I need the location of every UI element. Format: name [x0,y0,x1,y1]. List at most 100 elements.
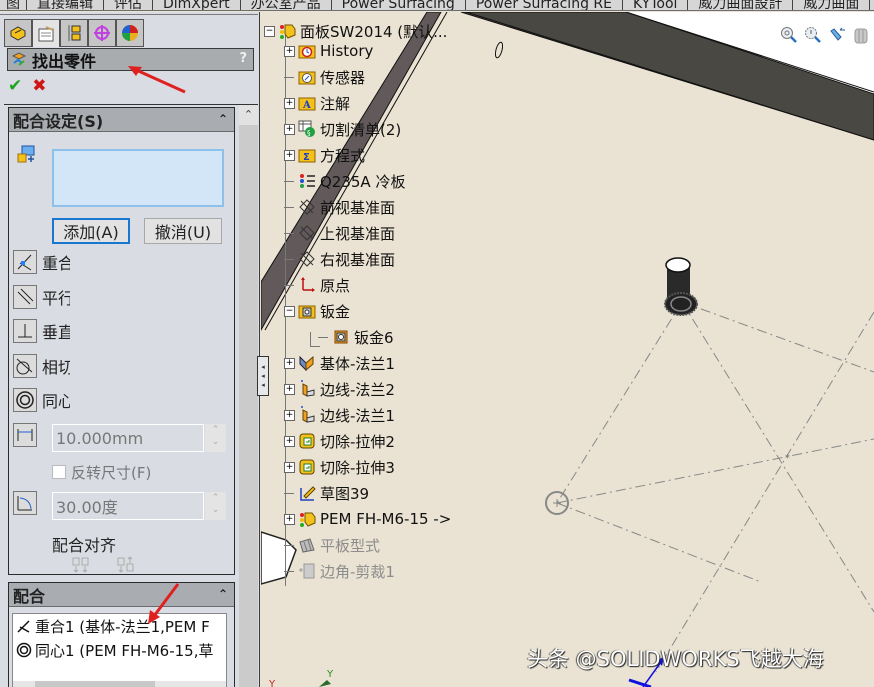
part-icon [298,510,316,528]
angle-spinner[interactable]: ⌃ ⌄ [205,492,226,520]
dimxpert-manager-tab[interactable] [88,19,116,47]
panel-vertical-scrollbar[interactable]: ⌃ [239,105,258,687]
property-manager-tab[interactable] [32,19,60,47]
panel-collapse-handle[interactable]: ◂ ◂ ◂ [257,356,269,396]
tab-power-surface[interactable]: 威力曲面 [793,0,871,10]
tab-power-surfacing-re[interactable]: Power Surfacing RE [466,0,623,10]
tree-item[interactable]: + A 注解 [284,92,350,114]
expand-toggle[interactable]: + [284,513,295,525]
svg-text:Σ: Σ [303,152,310,163]
distance-field[interactable]: 10.000mm [52,424,204,452]
mate-type-parallel[interactable]: 平行 [13,285,70,309]
tree-item[interactable]: Q235A 冷板 [284,170,405,192]
mates-title: 配合 [13,586,46,606]
anti-aligned-button[interactable] [116,556,136,578]
distance-spinner[interactable]: ⌃ ⌄ [205,424,226,452]
mate-type-coincident[interactable]: 重合 [13,250,70,274]
flip-dimension-checkbox[interactable] [52,465,66,479]
mate-type-tangent[interactable]: 相切 [13,354,70,378]
scroll-up-button[interactable]: ⌃ [239,105,258,125]
expand-toggle[interactable]: + [284,149,295,161]
tree-item[interactable]: 草图39 [284,482,369,504]
expand-toggle[interactable]: + [284,409,295,421]
expand-toggle[interactable]: + [284,357,295,369]
tab-dimxpert[interactable]: DimXpert [153,0,241,10]
help-button[interactable]: ? [239,51,247,66]
collapse-icon[interactable]: ⌃ [218,112,228,126]
tree-item[interactable]: 上视基准面 [284,222,395,244]
display-manager-tab[interactable] [116,19,144,47]
tree-item[interactable]: 传感器 [284,66,365,88]
add-button[interactable]: 添加(A) [52,218,130,244]
collapse-icon[interactable]: ⌃ [218,587,228,601]
tab-power-surfacing[interactable]: Power Surfacing [332,0,466,11]
tree-item[interactable]: − 钣金 [284,300,350,322]
tree-item[interactable]: 右视基准面 [284,248,395,270]
solidworks-window: 图 直接编辑 评估 DimXpert 办公室产品 Power Surfacing… [0,0,874,687]
tree-item[interactable]: + 边线-法兰1 [284,404,395,426]
expand-toggle[interactable]: + [284,383,295,395]
cancel-button[interactable]: ✖ [32,76,46,96]
section-view-button[interactable] [852,26,870,44]
tree-item[interactable]: 原点 [284,274,350,296]
graphics-viewport[interactable]: * Y Y [261,12,874,687]
zoom-to-area-button[interactable] [804,26,822,44]
ok-button[interactable]: ✔ [8,76,22,96]
concentric-icon [16,642,32,658]
tree-item[interactable]: + Σ 方程式 [284,144,365,166]
svg-text:§: § [307,129,311,137]
feature-manager-tab[interactable] [4,19,32,47]
horizontal-scrollbar[interactable] [13,681,226,687]
tree-item-label: 钣金 [320,302,351,321]
zoom-to-fit-button[interactable] [780,26,798,44]
angle-icon [13,491,37,515]
tree-connector [310,332,311,346]
mate-type-concentric[interactable]: 同心 [13,388,70,412]
tree-item[interactable]: 边角-剪裁1 [284,560,395,582]
tab-evaluate[interactable]: 评估 [104,0,153,10]
tab-power-surface-design[interactable]: 威力曲面設計 [688,0,794,10]
cut-extrude-icon [298,458,316,476]
tab-view[interactable]: 图 [0,0,27,10]
annotation-arrow [148,583,180,624]
tree-item[interactable]: + PEM FH-M6-15 -> [284,508,451,530]
tab-direct-edit[interactable]: 直接编辑 [27,0,104,10]
tree-item[interactable]: + History [284,40,373,62]
tree-item[interactable]: 前视基准面 [284,196,395,218]
tree-item[interactable]: 钣金6 [318,326,394,348]
angle-field[interactable]: 30.00度 [52,492,204,520]
concentric-icon [13,388,37,412]
tree-item[interactable]: + 切除-拉伸2 [284,430,395,452]
configuration-manager-tab[interactable] [60,19,88,47]
tree-item[interactable]: + 切除-拉伸3 [284,456,395,478]
flat-pattern-icon [298,536,316,554]
scrollbar-thumb[interactable] [35,681,155,687]
expand-toggle[interactable]: + [284,97,295,109]
tree-item[interactable]: + § 切割清单(2) [284,118,401,140]
mate-type-perpendicular[interactable]: 垂直 [13,319,70,343]
command-manager-tabs: 图 直接编辑 评估 DimXpert 办公室产品 Power Surfacing… [0,0,874,11]
tree-item[interactable]: + 基体-法兰1 [284,352,395,374]
tab-kytool[interactable]: KYTool [623,0,689,10]
mate-list-item[interactable]: 重合1 (基体-法兰1,PEM F [13,614,226,638]
mates-header[interactable]: 配合 ⌃ [9,583,234,607]
tree-item[interactable]: 平板型式 [284,534,380,556]
mate-selections-box[interactable] [52,149,224,207]
mate-list-item[interactable]: 同心1 (PEM FH-M6-15,草 [13,638,226,662]
collapse-toggle[interactable]: − [264,25,275,37]
tab-label: Power Surfacing [341,0,455,11]
expand-toggle[interactable]: + [284,435,295,447]
undo-button[interactable]: 撤消(U) [144,218,222,244]
tree-item-label: 上视基准面 [320,224,396,243]
aligned-button[interactable] [71,556,91,578]
previous-view-button[interactable] [828,26,846,44]
expand-toggle[interactable]: + [284,461,295,473]
expand-toggle[interactable]: + [284,45,295,57]
expand-toggle[interactable]: + [284,123,295,135]
tree-item[interactable]: + 边线-法兰2 [284,378,395,400]
mate-settings-header[interactable]: 配合设定(S) ⌃ [9,108,234,132]
tree-root[interactable]: − 面板SW2014 (默认... [264,20,447,42]
tree-item-label: History [320,42,374,60]
collapse-toggle[interactable]: − [284,305,295,317]
tab-office-products[interactable]: 办公室产品 [241,0,332,10]
